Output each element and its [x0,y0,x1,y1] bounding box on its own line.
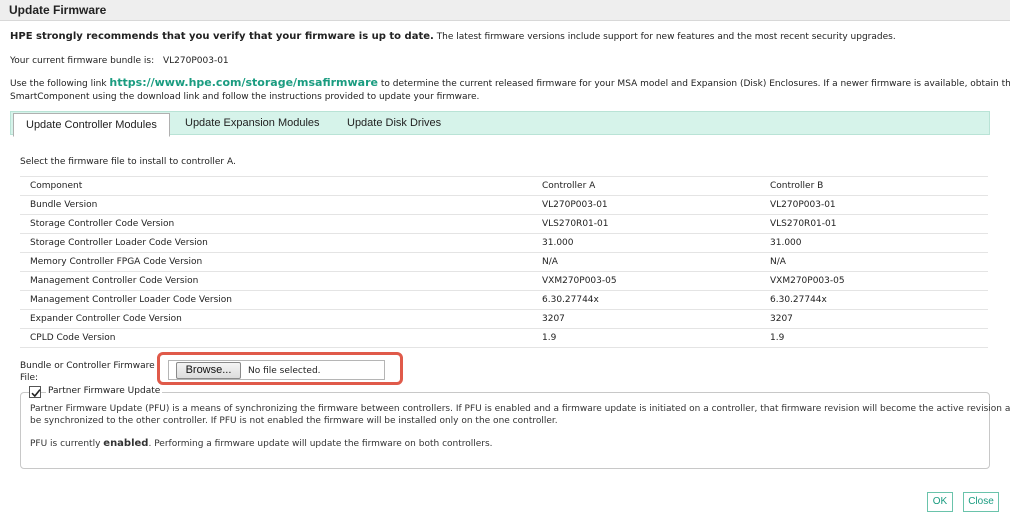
cell-controller-b: 1.9 [760,328,988,348]
ok-button[interactable]: OK [927,492,953,512]
cell-component: Storage Controller Code Version [20,214,532,234]
current-bundle-label: Your current firmware bundle is: [10,56,155,66]
firmware-link[interactable]: https://www.hpe.com/storage/msafirmware [109,76,378,89]
cell-controller-b: 3207 [760,309,988,329]
table-row: Storage Controller Loader Code Version 3… [20,233,988,253]
tab-bar: Update Controller Modules Update Expansi… [10,111,990,137]
cell-component: CPLD Code Version [20,328,532,348]
cell-controller-b: VLS270R01-01 [760,214,988,234]
cell-component: Management Controller Code Version [20,271,532,291]
pfu-status-prefix: PFU is currently [30,439,101,449]
close-button[interactable]: Close [963,492,999,512]
cell-controller-a: VXM270P003-05 [532,271,760,291]
instructions-suffix: to determine the current released firmwa… [380,79,1010,89]
tab-update-disk-drives[interactable]: Update Disk Drives [335,112,453,135]
file-field-label-2: File: [20,373,39,383]
table-row: CPLD Code Version 1.9 1.9 [20,328,988,348]
table-row: Expander Controller Code Version 3207 32… [20,309,988,329]
header-controller-a: Controller A [532,176,760,196]
title-bar: Update Firmware [0,0,1010,21]
cell-controller-a: 6.30.27744x [532,290,760,310]
table-row: Memory Controller FPGA Code Version N/A … [20,252,988,272]
cell-controller-a: N/A [532,252,760,272]
table-row: Management Controller Code Version VXM27… [20,271,988,291]
cell-controller-b: VXM270P003-05 [760,271,988,291]
pfu-description-line2: be synchronized to the other controller.… [30,416,558,426]
cell-component: Storage Controller Loader Code Version [20,233,532,253]
cell-controller-a: 31.000 [532,233,760,253]
cell-controller-a: VLS270R01-01 [532,214,760,234]
cell-controller-b: N/A [760,252,988,272]
cell-controller-b: 31.000 [760,233,988,253]
cell-component: Memory Controller FPGA Code Version [20,252,532,272]
instructions-line2: SmartComponent using the download link a… [10,92,480,102]
tab-update-controller-modules[interactable]: Update Controller Modules [13,113,170,137]
pfu-checkbox[interactable] [29,386,41,398]
file-field-label: Bundle or Controller Firmware [20,361,155,371]
header-controller-b: Controller B [760,176,988,196]
table-row: Bundle Version VL270P003-01 VL270P003-01 [20,195,988,215]
header-component: Component [20,176,532,196]
current-bundle: Your current firmware bundle is: VL270P0… [10,56,229,66]
cell-controller-b: 6.30.27744x [760,290,988,310]
cell-component: Bundle Version [20,195,532,215]
cell-controller-a: VL270P003-01 [532,195,760,215]
cell-controller-a: 1.9 [532,328,760,348]
checkmark-icon [31,389,41,398]
pfu-checkbox-label: Partner Firmware Update [46,386,163,396]
current-bundle-value: VL270P003-01 [163,56,229,66]
recommendation-text: HPE strongly recommends that you verify … [10,31,896,42]
cell-component: Expander Controller Code Version [20,309,532,329]
file-status: No file selected. [248,366,321,376]
cell-controller-a: 3207 [532,309,760,329]
table-header-row: Component Controller A Controller B [20,176,988,196]
cell-controller-b: VL270P003-01 [760,195,988,215]
pfu-status: PFU is currently enabled. Performing a f… [30,438,493,449]
firmware-table: Component Controller A Controller B Bund… [20,176,988,348]
instructions-prefix: Use the following link [10,79,107,89]
pfu-description-line1: Partner Firmware Update (PFU) is a means… [30,404,1010,414]
select-prompt: Select the firmware file to install to c… [20,157,236,167]
dialog-title: Update Firmware [9,3,107,17]
pfu-status-suffix: . Performing a firmware update will upda… [148,439,493,449]
recommendation-strong: HPE strongly recommends that you verify … [10,31,434,42]
cell-component: Management Controller Loader Code Versio… [20,290,532,310]
pfu-status-value: enabled [103,438,149,449]
browse-button[interactable]: Browse... [176,362,241,379]
table-row: Management Controller Loader Code Versio… [20,290,988,310]
tab-update-expansion-modules[interactable]: Update Expansion Modules [173,112,332,135]
instructions-line1: Use the following link https://www.hpe.c… [10,76,1010,89]
recommendation-rest: The latest firmware versions include sup… [436,32,896,42]
table-row: Storage Controller Code Version VLS270R0… [20,214,988,234]
